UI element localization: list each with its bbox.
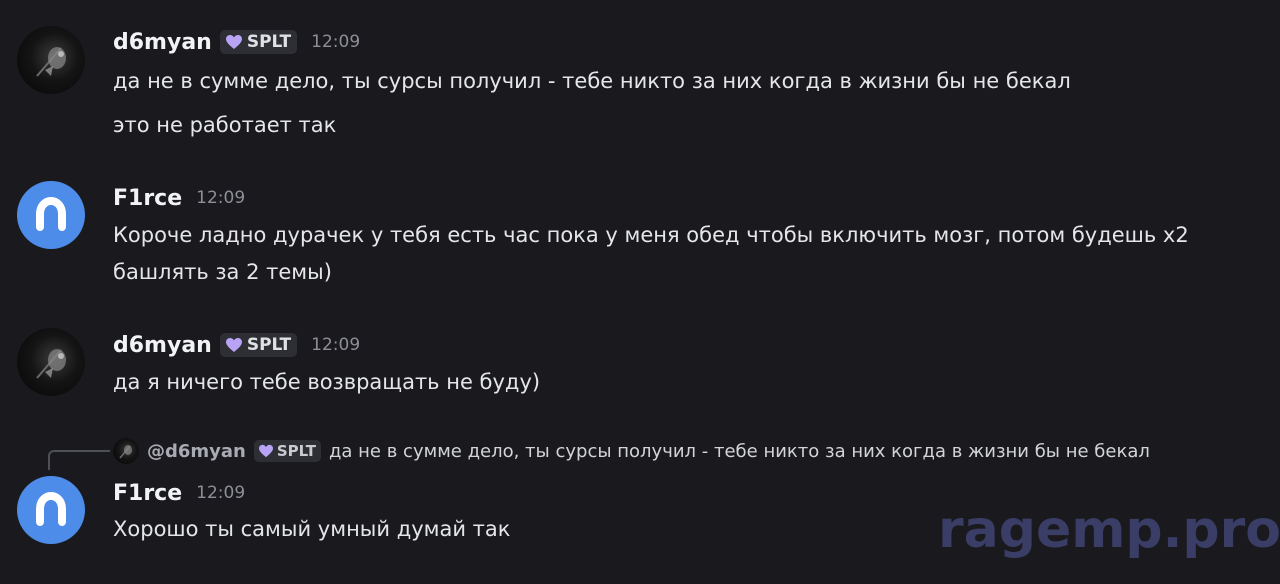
message-text: да я ничего тебе возвращать не буду) [113,370,541,394]
message-header: d6myan SPLT 12:09 [113,330,360,360]
astronaut-avatar-icon[interactable] [17,26,85,94]
message-header: d6myan SPLT 12:09 [113,27,360,57]
reply-text[interactable]: да не в сумме дело, ты сурсы получил - т… [329,441,1150,462]
timestamp: 12:09 [196,483,246,503]
heart-icon [225,338,242,352]
watermark: ragemp.pro [938,500,1280,560]
server-tag-label: SPLT [246,335,292,355]
timestamp: 12:09 [196,188,246,208]
astronaut-avatar-icon [113,438,139,464]
message-header: F1rce 12:09 [113,183,245,213]
server-tag-label: SPLT [276,442,316,460]
timestamp: 12:09 [311,335,361,355]
message-header: F1rce 12:09 [113,478,245,508]
message-text: Короче ладно дурачек у тебя есть час пок… [113,223,1189,247]
message-text: да не в сумме дело, ты сурсы получил - т… [113,69,1071,93]
astronaut-avatar-icon[interactable] [17,328,85,396]
chat-log: d6myan SPLT 12:09 да не в сумме дело, ты… [0,0,1280,584]
server-tag[interactable]: SPLT [219,333,298,357]
username[interactable]: d6myan [113,30,212,55]
message-text: это не работает так [113,113,337,137]
message-text: Хорошо ты самый умный думай так [113,517,511,541]
server-tag[interactable]: SPLT [253,440,321,462]
server-tag[interactable]: SPLT [219,30,298,54]
heart-icon [258,444,273,458]
message-text: башлять за 2 темы) [113,260,332,284]
reply-mention[interactable]: @d6myan [147,441,246,462]
server-tag-label: SPLT [246,32,292,52]
discord-default-avatar-icon[interactable] [17,181,85,249]
username[interactable]: F1rce [113,481,182,506]
timestamp: 12:09 [311,32,361,52]
username[interactable]: d6myan [113,333,212,358]
heart-icon [225,35,242,49]
reply-connector [48,450,110,470]
reply-preview[interactable]: @d6myan SPLT да не в сумме дело, ты сурс… [113,437,1150,465]
username[interactable]: F1rce [113,186,182,211]
discord-default-avatar-icon[interactable] [17,476,85,544]
